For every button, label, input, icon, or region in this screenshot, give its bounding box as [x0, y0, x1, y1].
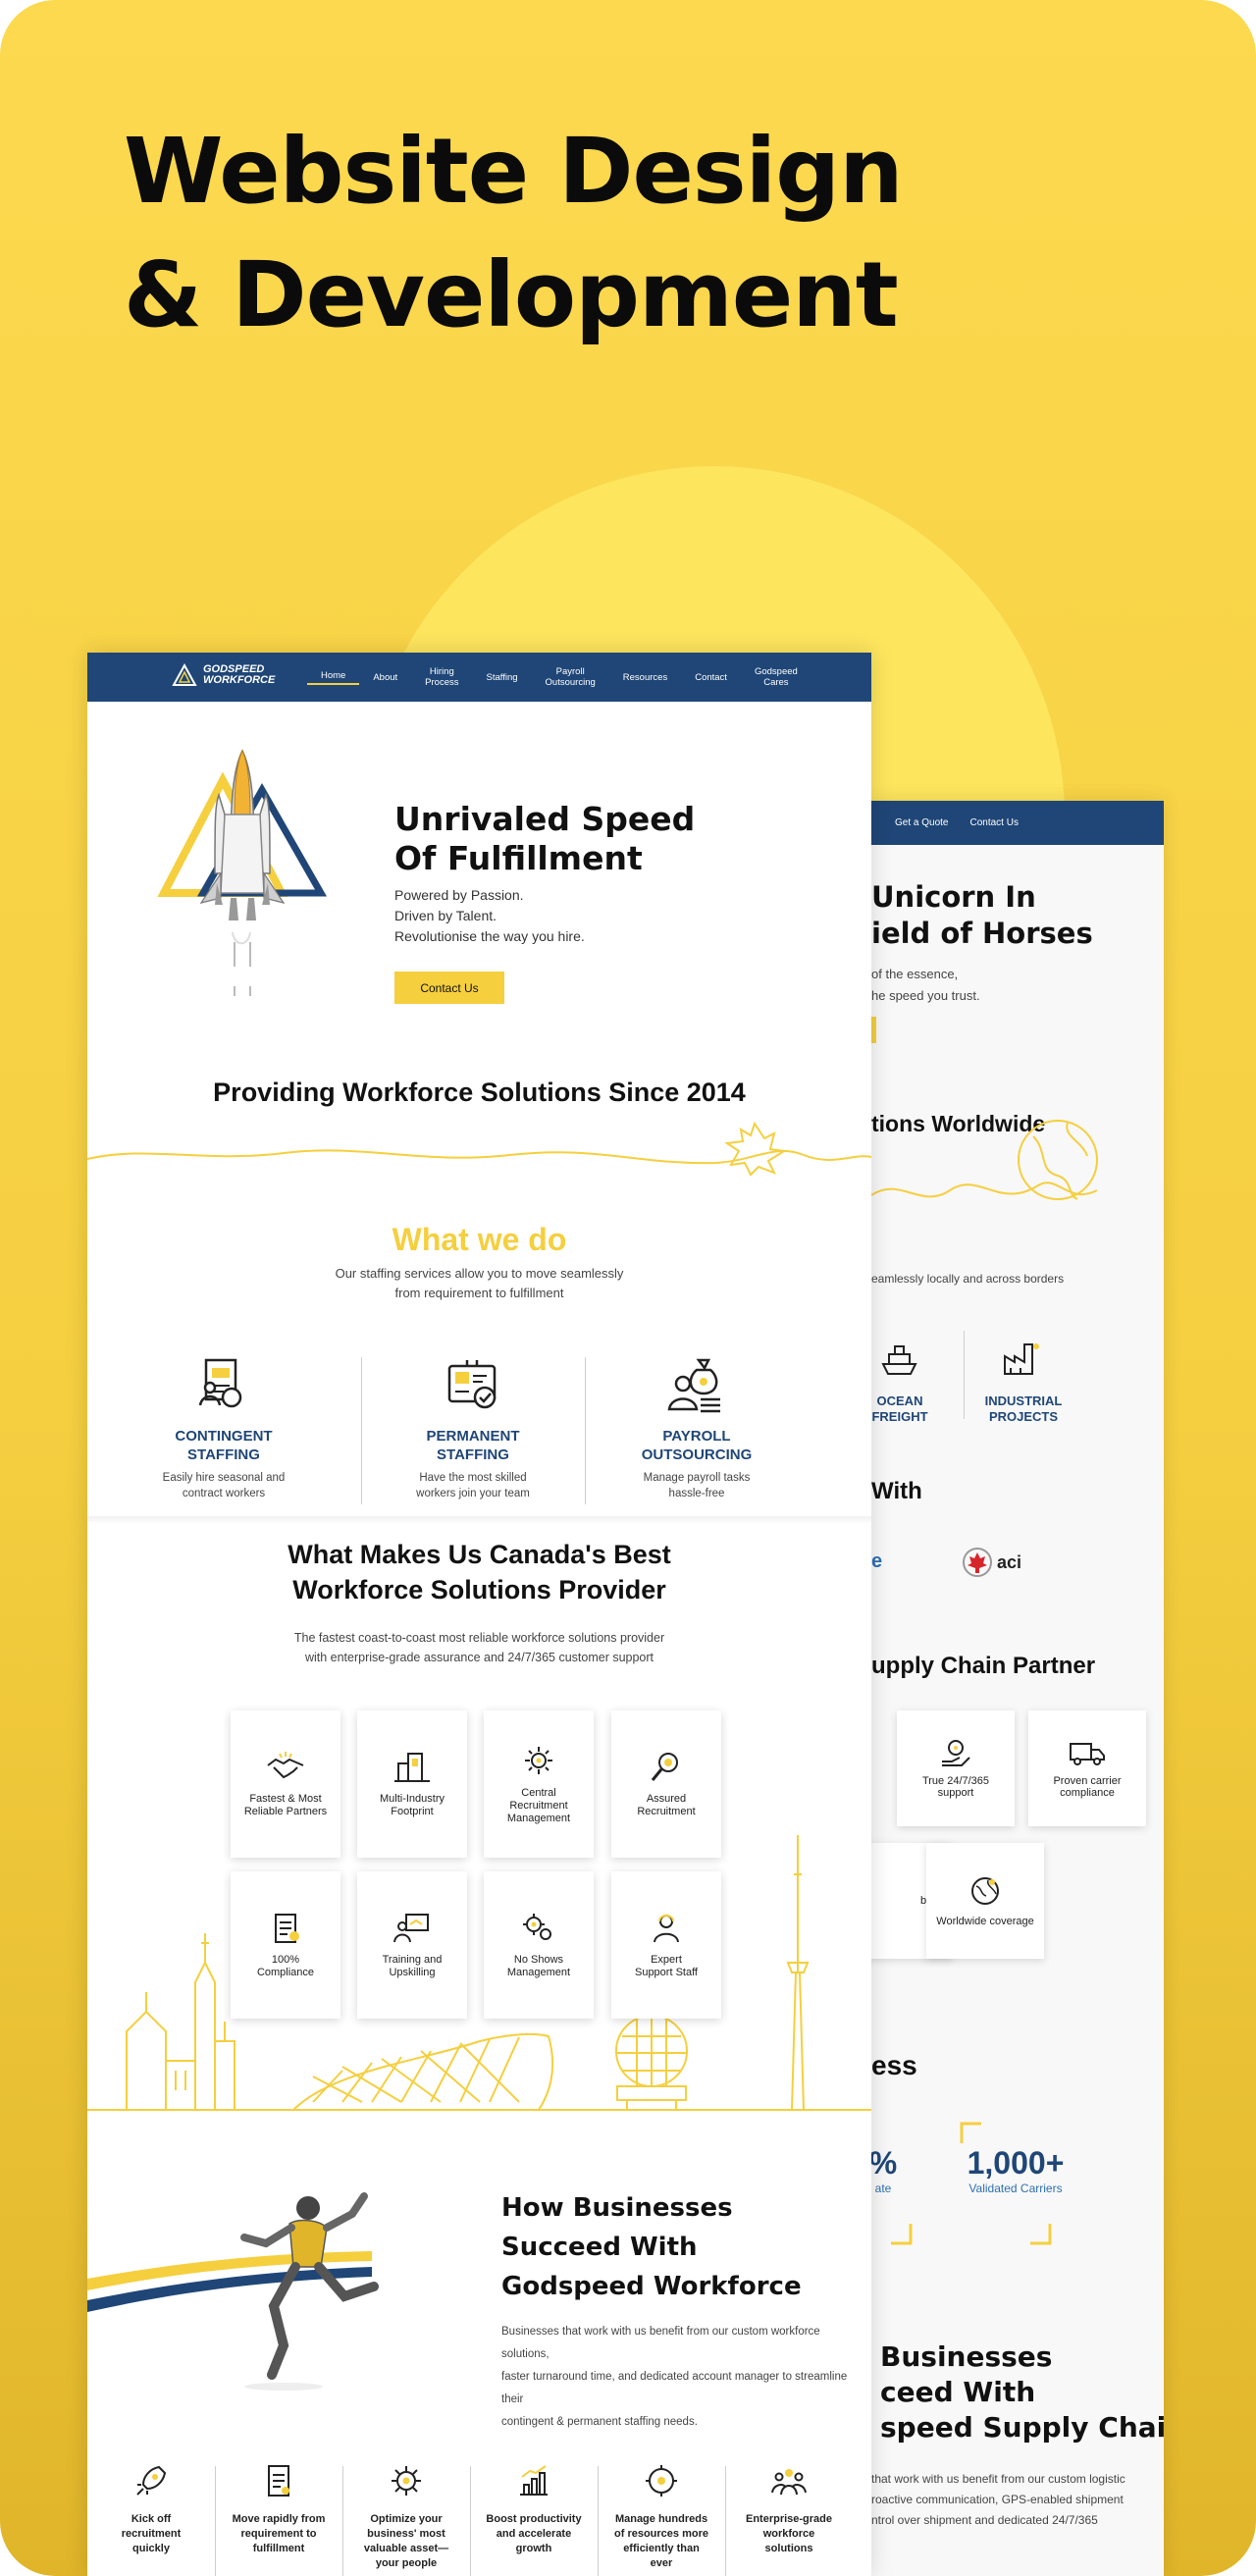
training-icon [393, 1914, 429, 1943]
nav-payroll-outsourcing[interactable]: Payroll Outsourcing [532, 666, 609, 688]
back-success-heading: ess [871, 2050, 917, 2080]
back-card-compliance: Proven carrier compliance [1028, 1710, 1146, 1826]
permanent-staffing-icon [447, 1360, 497, 1409]
growth-chart-icon [520, 2465, 548, 2496]
poster-title-line-2: & Development [124, 242, 899, 347]
front-nav-bar: GODSPEED WORKFORCE Home About Hiring Pro… [87, 653, 871, 702]
contact-us-button[interactable]: Contact Us [394, 972, 504, 1004]
maple-leaf-logo-icon [963, 1548, 992, 1577]
service-contingent-staffing[interactable]: CONTINGENT STAFFING Easily hire seasonal … [113, 1354, 335, 1516]
rocket-icon [136, 2465, 167, 2496]
step-manage-resources: Manage hundreds of resources more efficien… [598, 2463, 725, 2571]
service-permanent-staffing[interactable]: PERMANENT STAFFING Have the most skilled w… [362, 1354, 584, 1516]
nav-home[interactable]: Home [307, 670, 360, 685]
nav-staffing[interactable]: Staffing [473, 672, 532, 683]
back-nav-contact[interactable]: Contact Us [969, 817, 1018, 828]
feature-card-expert-support: Expert Support Staff [611, 1871, 721, 2019]
feature-card-no-shows: No Shows Management [484, 1871, 594, 2019]
back-hero-button[interactable] [871, 1017, 876, 1043]
back-stat-2: 1,000+ Validated Carriers [967, 2145, 1065, 2195]
back-service-industrial [1001, 1339, 1045, 1378]
back-partner-logo-partial: e [871, 1551, 883, 1572]
back-card-worldwide: Worldwide coverage [926, 1843, 1044, 1959]
document-icon [268, 2465, 289, 2497]
back-nav-bar: Get a Quote Contact Us [871, 801, 1164, 845]
runner-illustration [87, 2192, 379, 2391]
back-bottom-text: that work with us benefit from our custo… [871, 2472, 1125, 2527]
nav-about[interactable]: About [359, 672, 411, 683]
gears-icon [523, 1914, 551, 1940]
feature-card-assured-recruitment: Assured Recruitment [611, 1710, 721, 1858]
step-optimize: Optimize your business' most valuable asse… [342, 2463, 470, 2571]
ship-icon [881, 1345, 917, 1375]
feature-card-reliable-partners: Fastest & Most Reliable Partners [231, 1710, 340, 1858]
step-boost-productivity: Boost productivity and accelerate growth [470, 2463, 598, 2556]
gears-icon [646, 2465, 677, 2497]
back-service-ocean-label: OCEAN FREIGHT [871, 1393, 928, 1424]
feature-card-central-recruitment: Central Recruitment Management [484, 1710, 594, 1858]
what-we-do-heading: What we do [392, 1222, 567, 1257]
front-website-mockup: GODSPEED WORKFORCE Home About Hiring Pro… [87, 653, 871, 2576]
support-agent-icon [654, 1915, 679, 1943]
back-card-support: True 24/7/365 support [897, 1710, 1015, 1826]
triangle-logo-icon [172, 663, 197, 686]
support-hand-icon [942, 1740, 970, 1766]
nav-resources[interactable]: Resources [609, 672, 681, 683]
nav-contact[interactable]: Contact [681, 672, 741, 683]
handshake-icon [267, 1752, 304, 1779]
rocket-illustration [157, 749, 328, 996]
how-businesses-heading: How Businesses Succeed With Godspeed Wor… [501, 2193, 802, 2301]
team-icon [771, 2469, 807, 2496]
back-service-industrial-label: INDUSTRIAL PROJECTS [984, 1393, 1063, 1424]
how-businesses-text: Businesses that work with us benefit fro… [501, 2326, 848, 2428]
feature-card-multi-industry: Multi-Industry Footprint [357, 1710, 467, 1858]
poster-title: Website Design & Development [124, 110, 904, 357]
nav-hiring-process[interactable]: Hiring Process [411, 666, 472, 688]
step-move-rapidly: Move rapidly from requirement to fulfillme… [215, 2463, 342, 2556]
hero-text: Powered by Passion. Driven by Talent. Re… [394, 887, 585, 944]
best-provider-heading: What Makes Us Canada's Best Workforce So… [288, 1540, 671, 1604]
poster-background: Website Design & Development Get a Quote… [0, 0, 1256, 2576]
back-borders-text: eamlessly locally and across borders [871, 1272, 1065, 1286]
back-hero-text: of the essence, he speed you trust. [871, 967, 980, 1003]
back-hero-title: Unicorn In ield of Horses [871, 880, 1093, 950]
what-we-do-subtitle: Our staffing services allow you to move … [335, 1266, 624, 1300]
globe-icon [971, 1877, 999, 1905]
canada-skyline-illustration [87, 1835, 871, 2111]
poster-title-line-1: Website Design [124, 119, 904, 224]
back-nav-get-quote[interactable]: Get a Quote [895, 817, 948, 828]
section-shadow [87, 1516, 871, 1524]
back-supply-partner-heading: upply Chain Partner [871, 1653, 1096, 1679]
factory-icon [1004, 1343, 1039, 1375]
best-provider-subtitle: The fastest coast-to-coast most reliable… [293, 1631, 665, 1664]
feature-card-compliance: 100% Compliance [231, 1871, 340, 2019]
back-service-ocean [877, 1339, 921, 1378]
magnifier-icon [651, 1753, 678, 1781]
back-partners-heading: With [871, 1478, 922, 1504]
nav-godspeed-cares[interactable]: Godspeed Cares [741, 666, 811, 688]
wave-line-decoration [87, 1121, 871, 1177]
clipboard-icon [275, 1914, 299, 1943]
back-bottom-heading: Businesses ceed With speed Supply Chain [880, 2340, 1164, 2444]
step-kick-off: Kick off recruitment quickly [87, 2463, 215, 2556]
back-service-divider [964, 1331, 965, 1419]
service-payroll-outsourcing[interactable]: PAYROLL OUTSOURCING Manage payroll tasks h… [586, 1354, 808, 1516]
buildings-icon [394, 1753, 430, 1782]
payroll-icon [667, 1358, 720, 1413]
step-enterprise-grade: Enterprise-grade workforce solutions [725, 2463, 853, 2556]
hero-title: Unrivaled Speed Of Fulfillment [394, 800, 696, 877]
back-partner-aci-logo: aci [962, 1547, 1021, 1578]
gear-icon [392, 2466, 421, 2496]
truck-icon [1070, 1743, 1105, 1765]
back-website-mockup: Get a Quote Contact Us Unicorn In ield o… [871, 801, 1164, 2576]
contingent-staffing-icon [198, 1358, 242, 1408]
back-wave-globe-line [871, 1120, 1098, 1200]
godspeed-logo[interactable]: GODSPEED WORKFORCE [172, 663, 275, 687]
gear-network-icon [525, 1746, 552, 1774]
feature-card-training: Training and Upskilling [357, 1871, 467, 2019]
main-menu: Home About Hiring Process Staffing Payro… [307, 653, 811, 702]
